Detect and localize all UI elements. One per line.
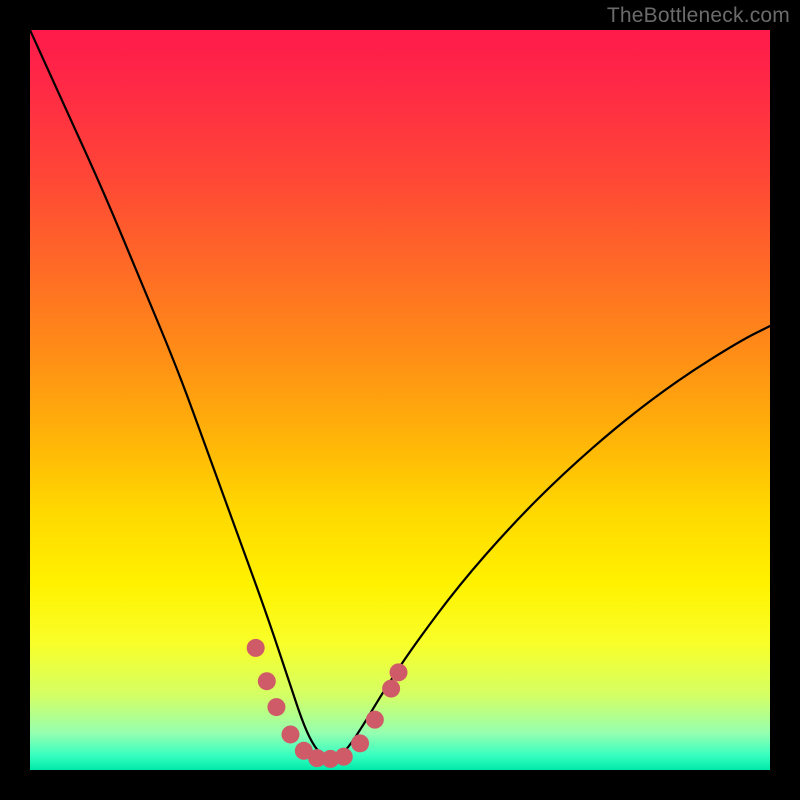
curve-marker (351, 734, 369, 752)
curve-marker (267, 698, 285, 716)
curve-marker (247, 639, 265, 657)
curve-marker (281, 725, 299, 743)
curve-marker (258, 672, 276, 690)
curve-marker (390, 663, 408, 681)
watermark-text: TheBottleneck.com (607, 4, 790, 28)
bottleneck-curve (30, 30, 770, 759)
chart-stage: TheBottleneck.com (0, 0, 800, 800)
plot-area (30, 30, 770, 770)
curve-marker (335, 748, 353, 766)
marker-group (247, 639, 408, 768)
chart-svg (30, 30, 770, 770)
curve-marker (382, 680, 400, 698)
curve-marker (366, 711, 384, 729)
